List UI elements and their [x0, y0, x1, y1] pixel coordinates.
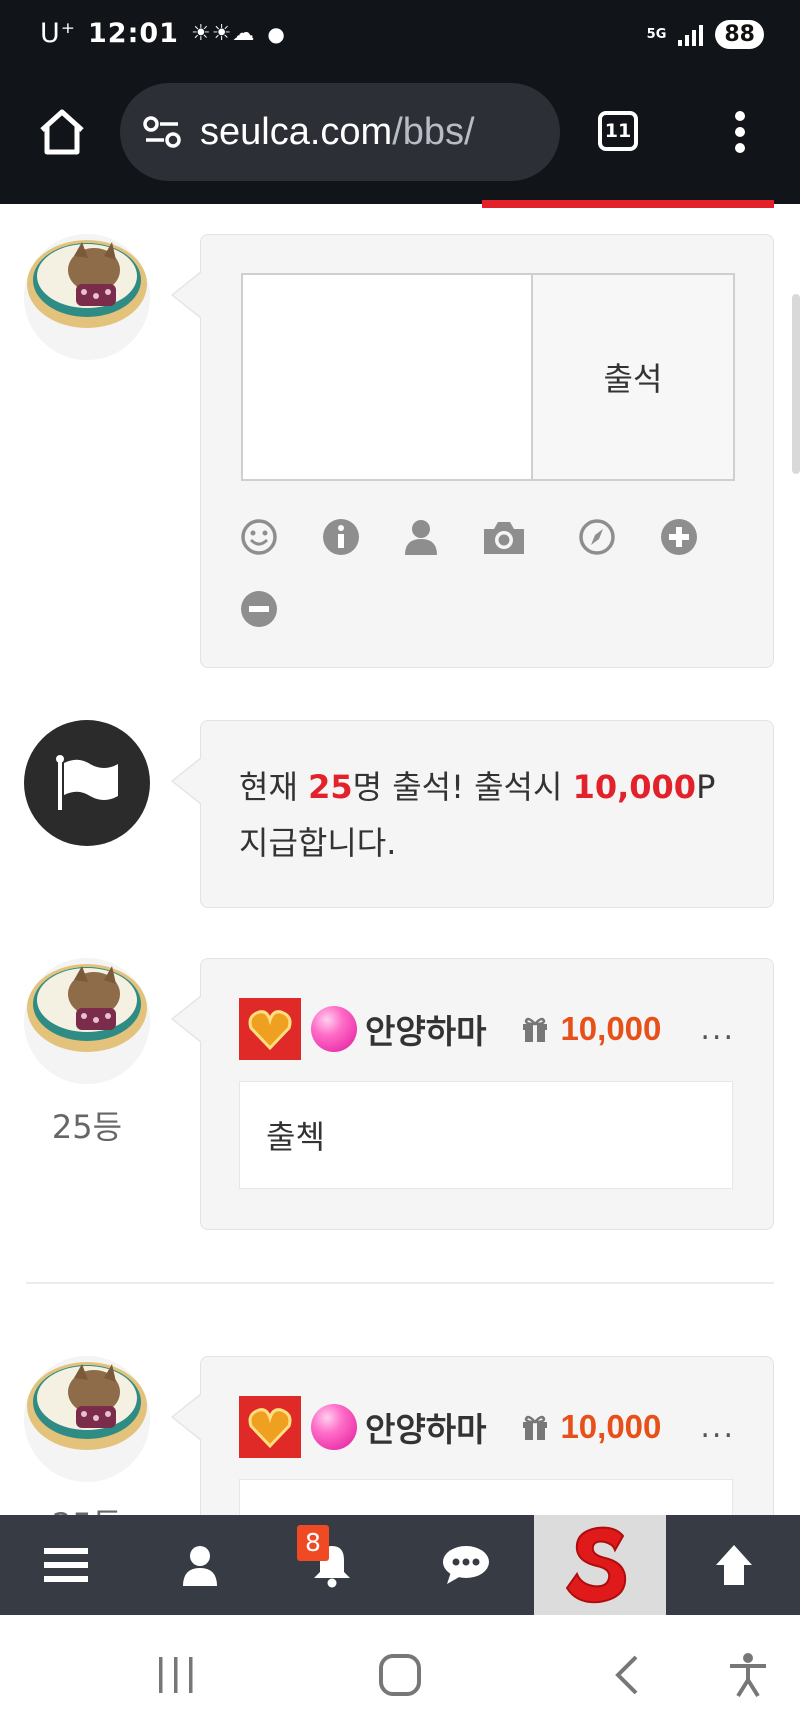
profile-button[interactable] [134, 1515, 266, 1615]
status-bar: U⁺ 12:01 ☀☀☁ ● 5G 88 [0, 0, 800, 76]
status-right: 5G 88 [647, 20, 764, 49]
avatar[interactable] [24, 958, 150, 1084]
home-circle-icon [379, 1654, 421, 1696]
notice-text: 현재 25명 출석! 출석시 10,000P 지급합니다. [201, 721, 773, 909]
signal-icon [678, 24, 704, 46]
grade-ball-icon [311, 1006, 357, 1052]
attendance-notice: 현재 25명 출석! 출석시 10,000P 지급합니다. [171, 720, 774, 909]
notification-badge: 8 [297, 1525, 329, 1561]
comment-text: 출첵 [239, 1081, 733, 1189]
network-icon: 5G [646, 27, 667, 42]
level-icon [239, 1396, 301, 1458]
flag-icon [56, 755, 118, 810]
url-text[interactable]: seulca.com/bbs/ [200, 111, 475, 154]
menu-button[interactable] [0, 1515, 132, 1615]
minus-circle-icon[interactable] [239, 589, 279, 629]
carrier-label: U⁺ [40, 18, 77, 49]
attendance-form: 출석 [241, 273, 735, 481]
active-tab-indicator [482, 200, 774, 208]
url-path: /bbs/ [392, 110, 475, 153]
cat-avatar-image [24, 234, 150, 360]
attendance-count: 25 [308, 768, 353, 806]
more-options-button[interactable]: ... [700, 1410, 739, 1445]
comment-textarea[interactable] [241, 273, 533, 481]
comment-box: 안양하마 10,000 ... 출첵 [171, 958, 774, 1230]
nickname[interactable]: 안양하마 [365, 1005, 486, 1053]
url-bar[interactable]: seulca.com/bbs/ [120, 83, 560, 181]
accessibility-button[interactable] [726, 1645, 770, 1705]
divider [26, 1282, 774, 1284]
notice-mid: 명 출석! 출석시 [352, 768, 573, 806]
chat-icon [443, 1546, 489, 1584]
notice-prefix: 현재 [239, 768, 309, 806]
flag-avatar [24, 720, 150, 846]
notification-button[interactable] [266, 1515, 398, 1615]
site-logo-button[interactable] [534, 1515, 666, 1615]
back-icon [615, 1655, 638, 1695]
gift-icon [523, 1017, 548, 1042]
comment-header: 안양하마 10,000 ... [239, 1395, 739, 1459]
menu-icon [44, 1548, 88, 1582]
more-options-button[interactable]: ... [700, 1012, 739, 1047]
notification-icons: ☀☀☁ [190, 21, 256, 46]
more-vert-icon[interactable] [728, 110, 752, 154]
level-icon [239, 998, 301, 1060]
avatar [24, 234, 150, 360]
url-domain: seulca.com [200, 110, 393, 153]
notice-points-unit: P [696, 768, 716, 806]
notice-line2: 지급합니다. [239, 824, 397, 862]
nickname[interactable]: 안양하마 [365, 1403, 486, 1451]
gift-icon [523, 1415, 548, 1440]
attend-submit-button[interactable]: 출석 [533, 273, 735, 481]
arrow-up-icon [716, 1545, 752, 1585]
compass-icon[interactable] [577, 517, 617, 557]
home-icon[interactable] [36, 106, 88, 158]
dot-icon: ● [267, 21, 286, 46]
grade-ball-icon [311, 1404, 357, 1450]
smile-icon[interactable] [239, 517, 279, 557]
recent-apps-button[interactable] [156, 1645, 196, 1705]
browser-toolbar: seulca.com/bbs/ 11 [0, 76, 800, 204]
plus-circle-icon[interactable] [659, 517, 699, 557]
clock: 12:01 [88, 18, 179, 49]
user-icon [183, 1546, 217, 1586]
site-bottom-nav: 8 [0, 1515, 800, 1615]
cat-avatar-image [24, 958, 150, 1084]
point-amount: 10,000 [560, 1408, 662, 1445]
cat-avatar-image [24, 1356, 150, 1482]
chat-button[interactable] [400, 1515, 532, 1615]
point-amount: 10,000 [560, 1010, 662, 1047]
battery-icon: 88 [715, 20, 764, 49]
camera-icon[interactable] [481, 517, 527, 557]
user-icon[interactable] [401, 517, 441, 557]
scrollbar-thumb[interactable] [792, 294, 800, 474]
avatar[interactable] [24, 1356, 150, 1482]
recent-apps-icon [159, 1657, 193, 1693]
android-nav-bar [0, 1615, 800, 1734]
scroll-top-button[interactable] [668, 1515, 800, 1615]
tab-switcher-button[interactable]: 11 [598, 111, 638, 151]
site-settings-icon[interactable] [142, 115, 182, 149]
info-icon[interactable] [321, 517, 361, 557]
back-button[interactable] [606, 1645, 646, 1705]
comment-header: 안양하마 10,000 ... [239, 997, 739, 1061]
site-logo [565, 1526, 627, 1604]
accessibility-icon [730, 1653, 766, 1698]
home-button[interactable] [378, 1645, 422, 1705]
rank-label: 25등 [51, 1108, 123, 1146]
notice-points: 10,000 [572, 768, 697, 806]
status-left: U⁺ 12:01 ☀☀☁ ● [40, 18, 286, 49]
attendance-form-box: 출석 [171, 234, 774, 668]
